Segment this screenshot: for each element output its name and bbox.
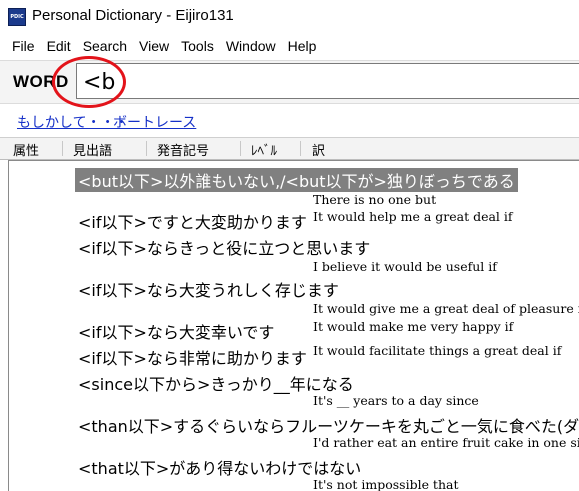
- list-item-translation: It's not impossible that: [313, 477, 459, 491]
- column-divider[interactable]: [146, 141, 147, 156]
- column-attribute[interactable]: 属性: [13, 140, 39, 159]
- list-item-translation: It would facilitate things a great deal …: [313, 343, 562, 358]
- menu-bar: File Edit Search View Tools Window Help: [0, 36, 579, 58]
- column-divider[interactable]: [300, 141, 301, 156]
- column-level[interactable]: ﾚﾍﾞﾙ: [251, 140, 277, 159]
- word-label: WORD: [13, 72, 69, 91]
- results-list[interactable]: <but以下>以外誰もいない,/<but以下が>独りぼっちである There i…: [8, 160, 579, 491]
- column-divider[interactable]: [240, 141, 241, 156]
- list-item[interactable]: <if以下>ですと大変助かります: [78, 209, 307, 233]
- list-item-translation: I believe it would be useful if: [313, 259, 497, 274]
- list-item-selected[interactable]: <but以下>以外誰もいない,/<but以下が>独りぼっちである: [75, 168, 518, 192]
- column-translation[interactable]: 訳: [312, 140, 325, 159]
- suggestion-link[interactable]: ボートレース: [113, 112, 196, 132]
- menu-view[interactable]: View: [133, 36, 175, 58]
- list-item-translation: It would give me a great deal of pleasur…: [313, 301, 579, 316]
- search-bar: WORD: [0, 60, 579, 104]
- column-header: 属性 見出語 発音記号 ﾚﾍﾞﾙ 訳: [0, 137, 579, 160]
- menu-search[interactable]: Search: [77, 36, 133, 58]
- column-pronunciation[interactable]: 発音記号: [157, 140, 209, 159]
- list-item[interactable]: <that以下>があり得ないわけではない: [78, 455, 361, 479]
- menu-file[interactable]: File: [0, 36, 41, 58]
- menu-help[interactable]: Help: [282, 36, 323, 58]
- menu-tools[interactable]: Tools: [175, 36, 220, 58]
- list-item-translation: I'd rather eat an entire fruit cake in o…: [313, 435, 579, 450]
- title-bar: PDIC Personal Dictionary - Eijiro131: [0, 0, 579, 36]
- list-item-translation: It would make me very happy if: [313, 319, 514, 334]
- search-input[interactable]: [76, 63, 579, 99]
- list-item-translation: There is no one but: [313, 192, 437, 207]
- list-item[interactable]: <if以下>なら大変幸いです: [78, 319, 274, 343]
- menu-edit[interactable]: Edit: [41, 36, 77, 58]
- list-item[interactable]: <if以下>ならきっと役に立つと思います: [78, 235, 370, 259]
- list-item[interactable]: <since以下から>きっかり__年になる: [78, 371, 354, 395]
- column-headword[interactable]: 見出語: [73, 140, 112, 159]
- list-item[interactable]: <if以下>なら非常に助かります: [78, 345, 307, 369]
- app-dictionary-icon[interactable]: PDIC: [8, 8, 26, 26]
- menu-window[interactable]: Window: [220, 36, 282, 58]
- column-divider[interactable]: [62, 141, 63, 156]
- list-item-translation: It's __ years to a day since: [313, 393, 479, 408]
- list-item[interactable]: <if以下>なら大変うれしく存じます: [78, 277, 339, 301]
- window-title: Personal Dictionary - Eijiro131: [32, 7, 234, 24]
- list-item[interactable]: <than以下>するぐらいならフルーツケーキを丸ごと一気に食べた(ダイエット中の…: [78, 413, 579, 437]
- list-item-translation: It would help me a great deal if: [313, 209, 513, 224]
- suggestion-bar: もしかして・・・ ボートレース: [0, 108, 579, 134]
- did-you-mean-link[interactable]: もしかして・・・: [17, 112, 129, 132]
